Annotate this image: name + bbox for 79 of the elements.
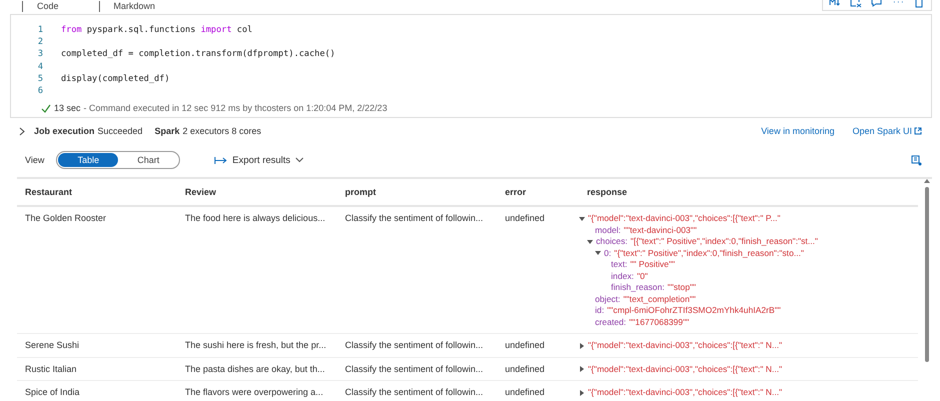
- json-value: ""text_completion"": [623, 294, 696, 305]
- column-header[interactable]: Restaurant: [17, 187, 177, 197]
- expand-triangle-icon[interactable]: [579, 366, 585, 372]
- spark-info: 2 executors 8 cores: [182, 126, 262, 136]
- column-header[interactable]: Review: [177, 187, 337, 197]
- column-header[interactable]: response: [579, 187, 918, 197]
- job-execution-label: Job execution: [34, 126, 95, 136]
- json-value: "" Positive"": [630, 259, 675, 270]
- chevron-right-icon[interactable]: [18, 126, 26, 136]
- export-arrow-icon: [214, 156, 228, 164]
- code-line: display(completed_df): [61, 74, 170, 84]
- view-option[interactable]: Table: [58, 153, 118, 167]
- cell-type-tab[interactable]: Code: [22, 1, 59, 12]
- json-key: object:: [595, 294, 620, 305]
- execution-details: - Command executed in 12 sec 912 ms by thcosters on 1:20:04 PM, 2/22/23: [84, 103, 388, 114]
- table-cell-text: Spice of India: [24, 387, 80, 398]
- json-key: choices:: [596, 236, 628, 248]
- table-cell-text: The food here is always delicious...: [184, 213, 326, 225]
- table-cell-text: undefined: [504, 340, 545, 352]
- column-header[interactable]: prompt: [337, 187, 497, 197]
- external-link-icon: [914, 127, 922, 135]
- line-number: 1: [36, 25, 44, 36]
- collapse-triangle-icon[interactable]: [595, 250, 601, 256]
- view-option[interactable]: Chart: [118, 153, 178, 167]
- table-cell-text: The pasta dishes are okay, but th...: [184, 364, 325, 375]
- table-cell-text: Classify the sentiment of followin...: [344, 364, 484, 375]
- expand-triangle-icon[interactable]: [579, 342, 585, 349]
- line-number: 6: [36, 86, 44, 96]
- table-cell-text: Serene Sushi: [24, 340, 80, 352]
- json-value: ""1677068399"": [629, 316, 690, 328]
- line-number: 2: [36, 37, 44, 48]
- json-value: "{"model":"text-davinci-003","choices":[{"text":" N...": [588, 387, 782, 398]
- json-key: finish_reason:: [611, 282, 665, 294]
- execution-duration: 13 sec: [54, 103, 81, 114]
- column-header[interactable]: error: [497, 187, 579, 197]
- expand-triangle-icon[interactable]: [579, 390, 585, 396]
- json-value: "{"text":" Positive","index":0,"finish_reason":"sto...": [614, 248, 804, 259]
- chevron-down-icon: [295, 157, 304, 163]
- table-cell-text: undefined: [504, 213, 545, 225]
- export-results-button[interactable]: Export results: [208, 154, 310, 166]
- job-status: Succeeded: [98, 126, 143, 136]
- table-cell-text: Classify the sentiment of followin...: [344, 387, 484, 398]
- collapse-triangle-icon[interactable]: [579, 216, 585, 222]
- json-value: "{"model":"text-davinci-003","choices":[{"text":" N...": [588, 364, 782, 375]
- json-key: 0:: [604, 248, 612, 259]
- scroll-up-arrow-icon[interactable]: [924, 179, 930, 183]
- json-value: "{"model":"text-davinci-003","choices":[{"text":" P...": [588, 213, 780, 224]
- json-value: "[{"text":" Positive","index":0,"finish_reason":"st...": [630, 236, 818, 248]
- code-cell[interactable]: [10, 14, 932, 118]
- table-cell-text: Classify the sentiment of followin...: [344, 213, 484, 225]
- link[interactable]: Open Spark UI: [852, 126, 922, 136]
- table-cell-text: The sushi here is fresh, but the pr...: [184, 340, 326, 352]
- json-key: created:: [595, 316, 626, 328]
- table-cell-text: undefined: [504, 364, 545, 375]
- json-key: text:: [611, 259, 628, 270]
- spark-label: Spark: [154, 126, 180, 136]
- table-cell-text: undefined: [504, 387, 545, 398]
- table-cell-text: The Golden Rooster: [24, 213, 106, 225]
- table-cell-text: Classify the sentiment of followin...: [344, 340, 484, 352]
- table-cell-text: The flavors were overpowering a...: [184, 387, 324, 398]
- json-value: ""text-davinci-003"": [624, 224, 697, 236]
- cell-type-tab[interactable]: Markdown: [98, 1, 156, 12]
- collapse-triangle-icon[interactable]: [587, 238, 593, 245]
- line-number: 5: [36, 74, 44, 84]
- code-line: completed_df = completion.transform(dfprompt).cache(): [61, 49, 336, 60]
- table-cell-text: Rustic Italian: [24, 364, 77, 375]
- line-number: 4: [36, 62, 44, 72]
- json-key: index:: [611, 270, 634, 282]
- table-settings-icon[interactable]: [911, 154, 922, 166]
- view-label: View: [25, 155, 44, 165]
- json-value: ""cmpl-6miOFohrZTIf3SMO2mYhk4uhIA2rB"": [607, 305, 781, 316]
- code-line: from pyspark.sql.functions import col: [61, 25, 252, 36]
- json-key: id:: [595, 305, 604, 316]
- json-key: model:: [595, 224, 621, 236]
- line-number: 3: [36, 49, 44, 60]
- link[interactable]: View in monitoring: [761, 126, 834, 136]
- json-value: "0": [636, 270, 648, 282]
- json-value: ""stop"": [668, 282, 696, 294]
- json-value: "{"model":"text-davinci-003","choices":[{"text":" N...": [588, 340, 782, 352]
